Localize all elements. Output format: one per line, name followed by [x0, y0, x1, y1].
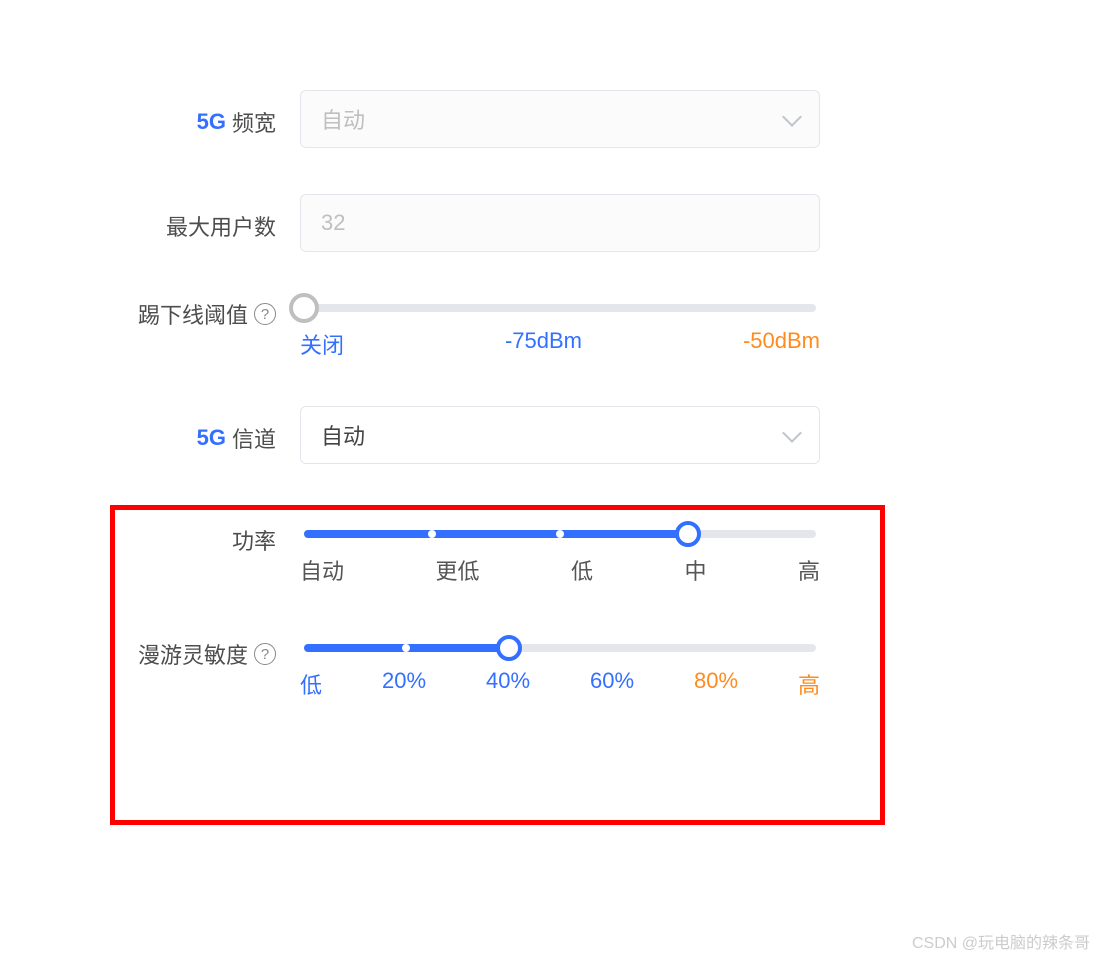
tick-50dbm: -50dBm — [743, 328, 820, 360]
chevron-down-icon — [782, 107, 802, 127]
tick-80: 80% — [694, 668, 738, 700]
power-row: 功率 自动 更低 低 中 高 — [0, 524, 1010, 586]
tick-auto: 自动 — [300, 554, 344, 586]
tick-off: 关闭 — [300, 328, 344, 360]
bandwidth-prefix: 5G — [197, 109, 226, 135]
maxusers-label: 最大用户数 — [0, 194, 300, 242]
slider-handle[interactable] — [496, 635, 522, 661]
slider-handle[interactable] — [675, 521, 701, 547]
tick-mid: 中 — [684, 554, 706, 586]
maxusers-row: 最大用户数 32 — [0, 194, 1010, 252]
roaming-row: 漫游灵敏度 ? 低 20% 40% 60% 80% 高 — [0, 638, 1010, 700]
bandwidth-value: 自动 — [321, 103, 365, 135]
maxusers-value: 32 — [321, 210, 345, 236]
channel-value: 自动 — [321, 419, 365, 451]
help-icon[interactable]: ? — [254, 303, 276, 325]
tick-60: 60% — [590, 668, 634, 700]
roaming-label: 漫游灵敏度 ? — [0, 638, 300, 670]
chevron-down-icon — [782, 423, 802, 443]
kick-threshold-label: 踢下线阈值 ? — [0, 298, 300, 330]
bandwidth-label: 5G 频宽 — [0, 90, 300, 138]
channel-row: 5G 信道 自动 — [0, 406, 1010, 464]
tick-low: 低 — [300, 668, 322, 700]
roaming-slider[interactable]: 低 20% 40% 60% 80% 高 — [300, 638, 820, 700]
tick-75dbm: -75dBm — [505, 328, 582, 360]
tick-40: 40% — [486, 668, 530, 700]
kick-threshold-row: 踢下线阈值 ? 关闭 -75dBm -50dBm — [0, 298, 1010, 360]
watermark: CSDN @玩电脑的辣条哥 — [912, 929, 1090, 953]
tick-high: 高 — [798, 668, 820, 700]
channel-select[interactable]: 自动 — [300, 406, 820, 464]
tick-low: 低 — [571, 554, 593, 586]
power-slider[interactable]: 自动 更低 低 中 高 — [300, 524, 820, 586]
tick-lower: 更低 — [435, 554, 479, 586]
help-icon[interactable]: ? — [254, 643, 276, 665]
bandwidth-row: 5G 频宽 自动 — [0, 90, 1010, 148]
tick-high: 高 — [798, 554, 820, 586]
bandwidth-select[interactable]: 自动 — [300, 90, 820, 148]
kick-threshold-slider[interactable]: 关闭 -75dBm -50dBm — [300, 298, 820, 360]
maxusers-input[interactable]: 32 — [300, 194, 820, 252]
channel-prefix: 5G — [197, 425, 226, 451]
slider-handle[interactable] — [289, 293, 319, 323]
channel-label: 5G 信道 — [0, 406, 300, 454]
power-label: 功率 — [0, 524, 300, 556]
tick-20: 20% — [382, 668, 426, 700]
